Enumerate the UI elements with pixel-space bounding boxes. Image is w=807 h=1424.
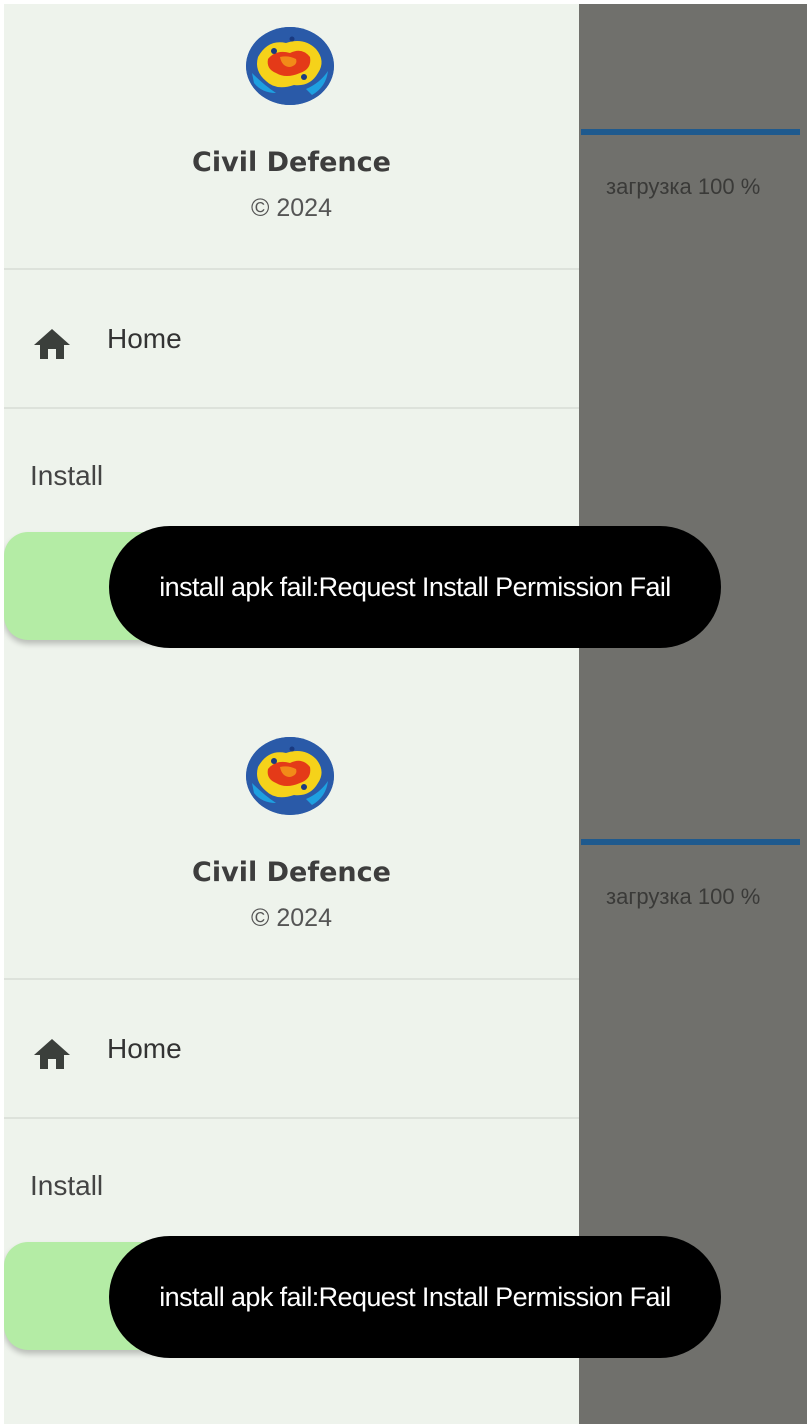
install-section-label: Install <box>30 1170 104 1201</box>
screen-capture-1: загрузка 100 % Civil Defence © 2024 Home <box>4 4 807 714</box>
app-title: Civil Defence <box>192 857 391 888</box>
download-progress-bar <box>581 129 800 135</box>
drawer-item-home-label: Home <box>107 1033 182 1064</box>
download-progress-text: загрузка 100 % <box>606 174 761 199</box>
download-progress-bar <box>581 839 800 845</box>
toast-message: install apk fail:Request Install Permiss… <box>109 1236 721 1358</box>
drawer-divider <box>4 1117 579 1119</box>
toast-message: install apk fail:Request Install Permiss… <box>109 526 721 648</box>
app-logo <box>246 27 334 105</box>
drawer-item-home[interactable]: Home <box>4 980 579 1117</box>
drawer-item-home-label: Home <box>107 323 182 354</box>
home-icon <box>32 1037 72 1071</box>
drawer-divider <box>4 407 579 409</box>
screen-capture-2: загрузка 100 % Civil Defence © 2024 Home <box>4 714 807 1424</box>
download-progress-text: загрузка 100 % <box>606 884 761 909</box>
app-logo <box>246 737 334 815</box>
home-icon <box>32 327 72 361</box>
drawer-item-home[interactable]: Home <box>4 270 579 407</box>
app-title: Civil Defence <box>192 147 391 178</box>
install-section-label: Install <box>30 460 104 491</box>
copyright-text: © 2024 <box>251 904 332 932</box>
copyright-text: © 2024 <box>251 194 332 222</box>
